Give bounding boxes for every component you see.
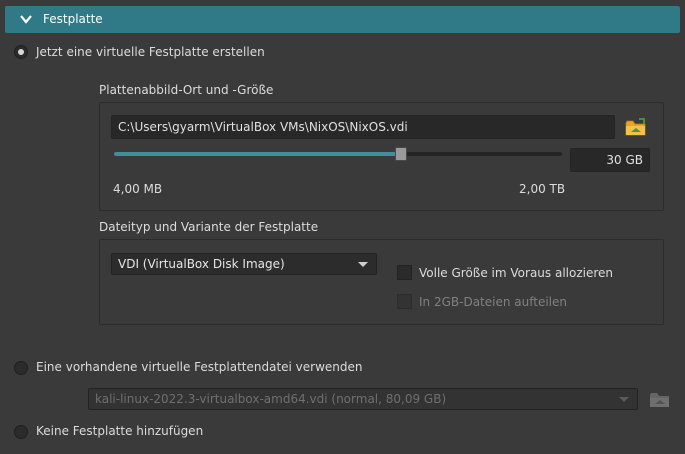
disk-size-slider-track[interactable] — [114, 152, 562, 156]
section-title: Festplatte — [43, 12, 103, 26]
type-group — [99, 239, 664, 325]
type-group-title: Dateityp und Variante der Festplatte — [99, 220, 319, 234]
folder-icon — [650, 393, 669, 407]
file-type-select[interactable]: VDI (VirtualBox Disk Image) — [111, 253, 377, 275]
location-group-title: Plattenabbild-Ort und -Größe — [99, 83, 274, 97]
folder-icon — [625, 118, 646, 136]
file-type-value: VDI (VirtualBox Disk Image) — [118, 257, 285, 271]
radio-no-disk[interactable] — [14, 425, 28, 439]
chevron-down-icon — [20, 15, 32, 24]
preallocate-label[interactable]: Volle Größe im Voraus allozieren — [419, 266, 613, 280]
radio-create-new-label[interactable]: Jetzt eine virtuelle Festplatte erstelle… — [36, 45, 265, 59]
dropdown-arrow-icon — [358, 262, 368, 267]
disk-size-slider-handle[interactable] — [394, 147, 407, 161]
preallocate-checkbox[interactable] — [397, 265, 412, 280]
choose-existing-button[interactable] — [648, 387, 672, 411]
existing-disk-value: kali-linux-2022.3-virtualbox-amd64.vdi (… — [95, 392, 447, 406]
radio-use-existing[interactable] — [14, 361, 28, 375]
split-files-label[interactable]: In 2GB-Dateien aufteilen — [419, 295, 567, 309]
radio-use-existing-label[interactable]: Eine vorhandene virtuelle Festplattendat… — [36, 360, 363, 374]
choose-path-button[interactable] — [624, 115, 648, 139]
existing-disk-select[interactable]: kali-linux-2022.3-virtualbox-amd64.vdi (… — [88, 388, 638, 410]
section-header-festplatte[interactable]: Festplatte — [5, 6, 680, 33]
dropdown-arrow-icon — [619, 397, 629, 402]
disk-size-field[interactable]: 30 GB — [570, 148, 650, 172]
disk-size-slider-fill — [114, 152, 401, 156]
slider-max-label: 2,00 TB — [519, 182, 566, 196]
radio-no-disk-label[interactable]: Keine Festplatte hinzufügen — [36, 424, 203, 438]
disk-path-field[interactable]: C:\Users\gyarm\VirtualBox VMs\NixOS\NixO… — [111, 115, 615, 139]
radio-create-new[interactable] — [14, 45, 28, 59]
split-files-checkbox[interactable] — [397, 294, 412, 309]
slider-min-label: 4,00 MB — [113, 182, 163, 196]
